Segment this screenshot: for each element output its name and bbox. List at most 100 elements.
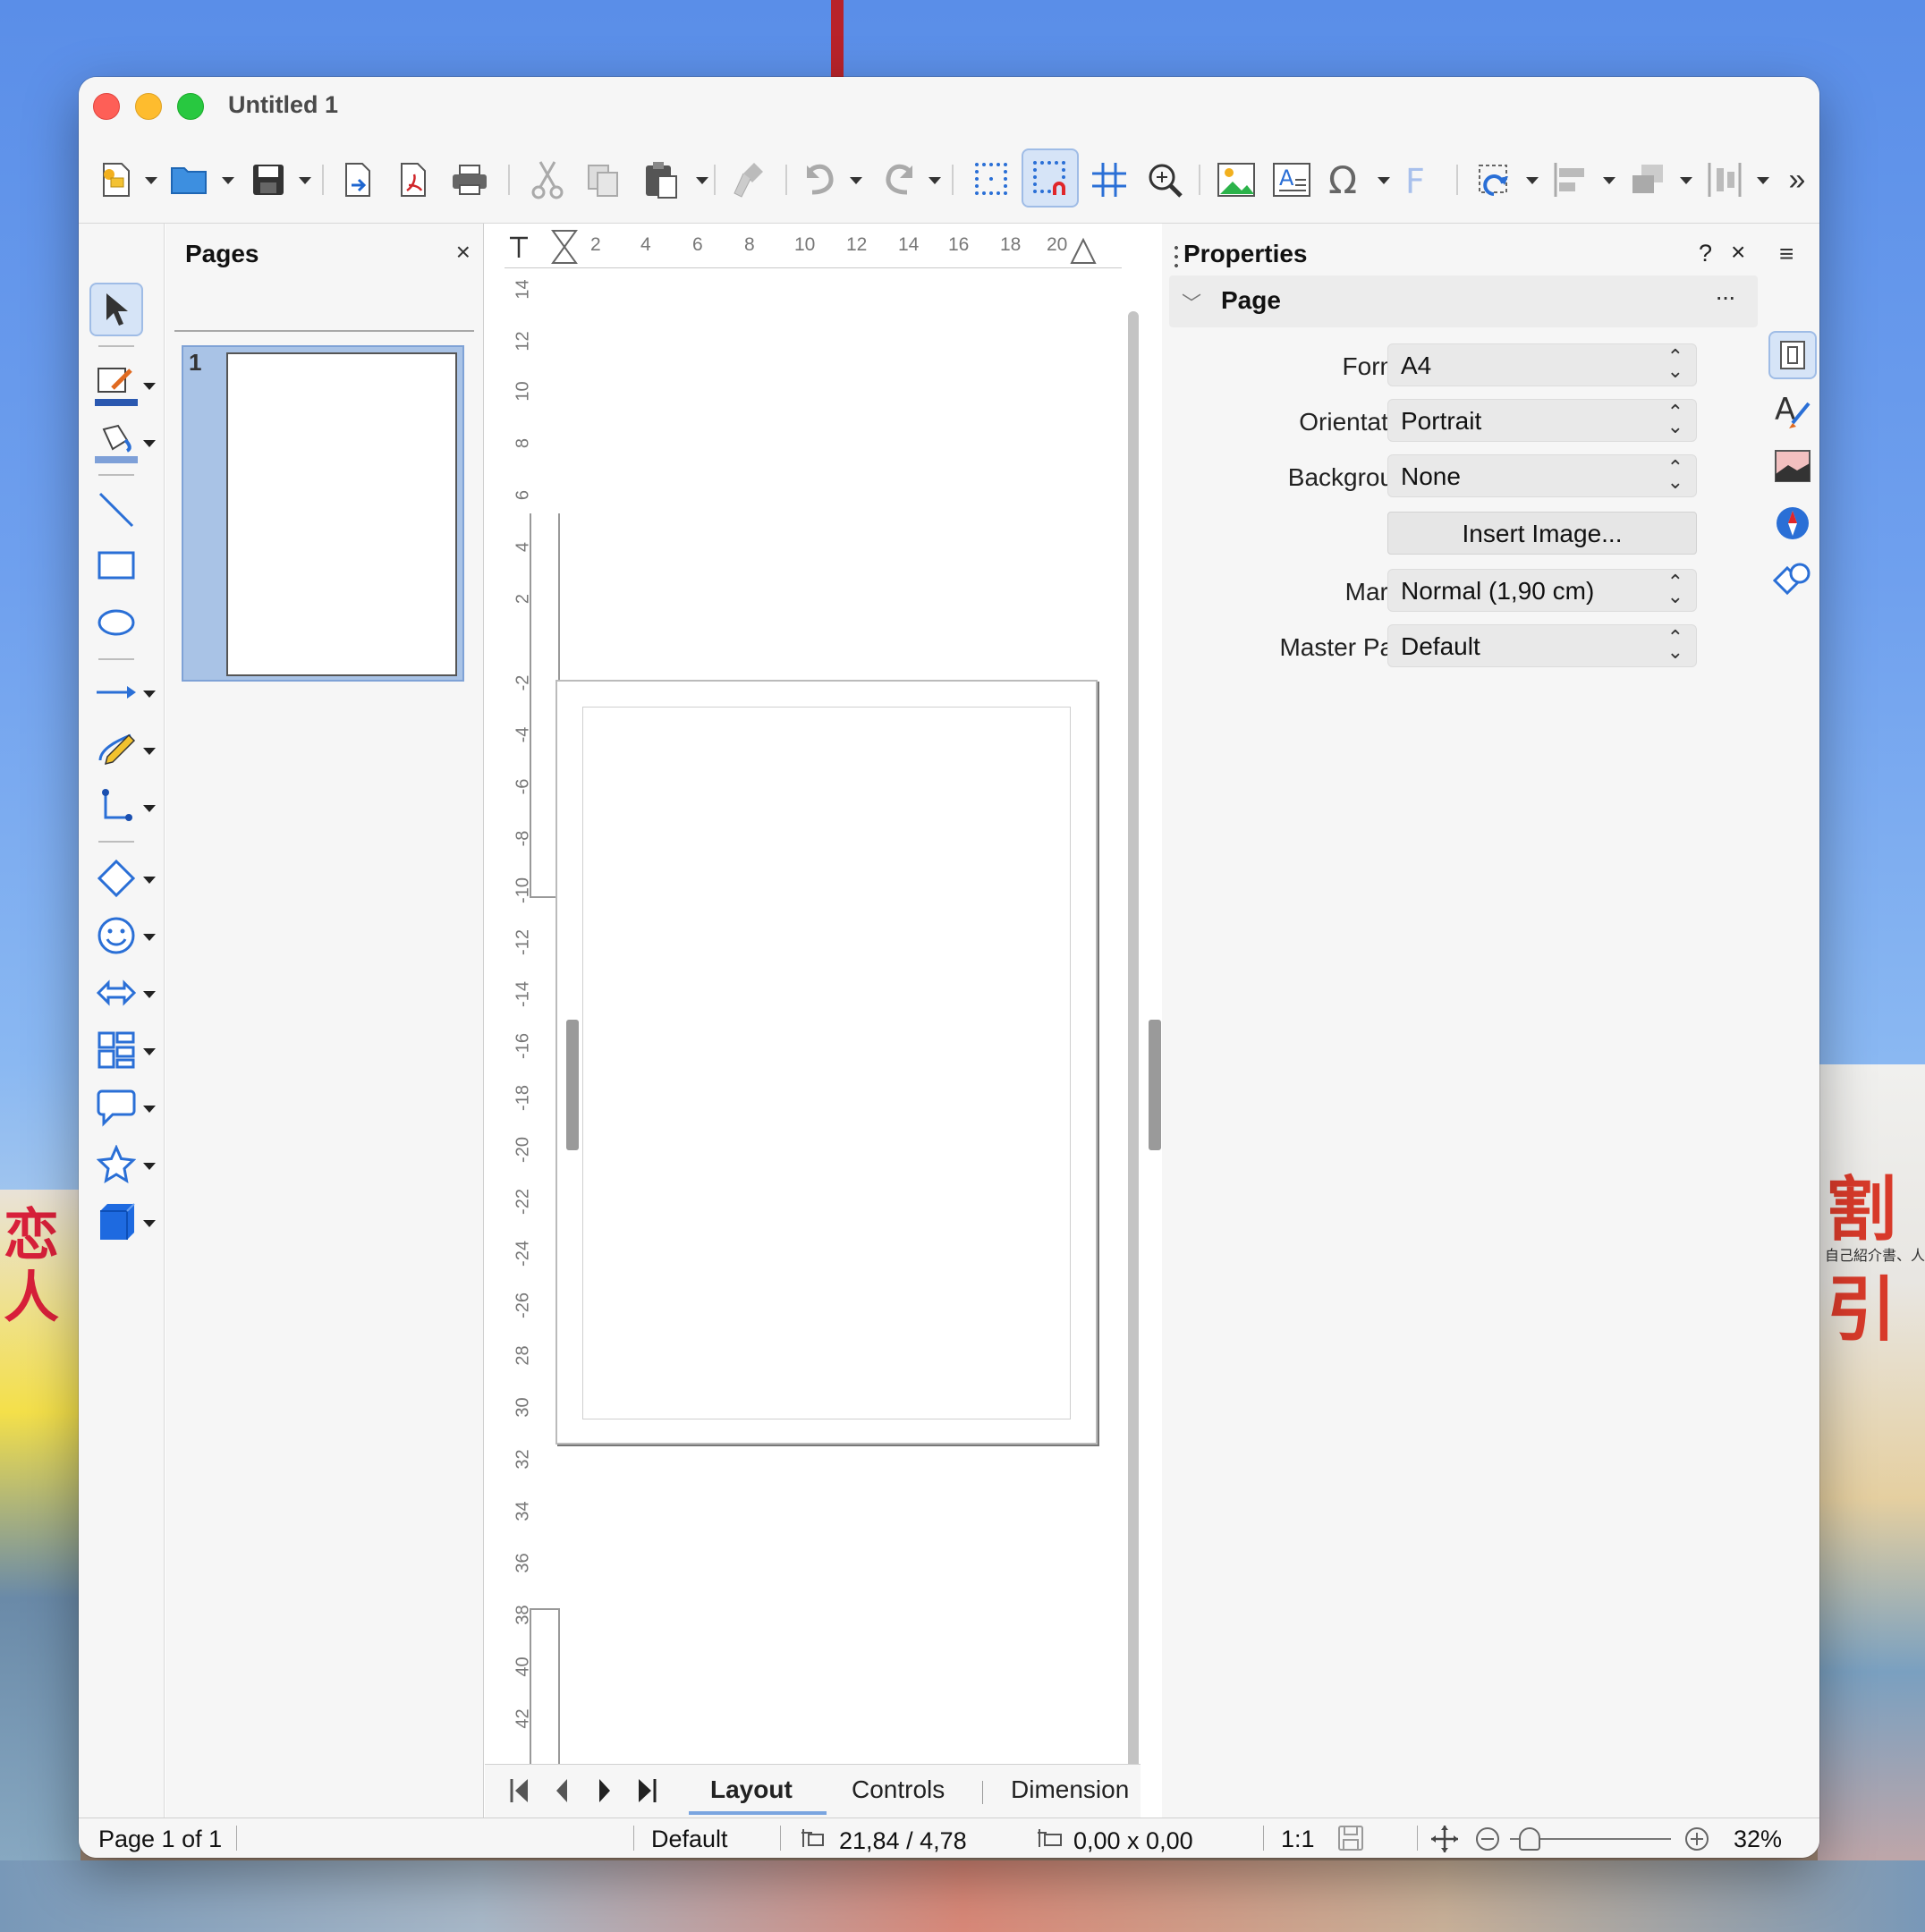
scale-indicator[interactable]: 1:1 bbox=[1281, 1826, 1315, 1853]
help-icon[interactable]: ? bbox=[1699, 240, 1712, 267]
fontwork-icon[interactable]: F bbox=[1399, 154, 1435, 206]
save-dropdown-arrow[interactable] bbox=[299, 177, 311, 184]
transformations-dropdown-arrow[interactable] bbox=[1526, 177, 1539, 184]
transformations-icon[interactable] bbox=[1472, 154, 1515, 206]
paste-icon[interactable] bbox=[640, 154, 682, 206]
redo-icon[interactable] bbox=[878, 154, 918, 206]
page-section-header[interactable]: ﹀ Page ··· bbox=[1169, 275, 1758, 327]
undo-dropdown-arrow[interactable] bbox=[850, 177, 862, 184]
zoom-pan-icon[interactable] bbox=[1143, 154, 1186, 206]
smiley-icon[interactable] bbox=[89, 909, 143, 962]
tab-controls[interactable]: Controls bbox=[852, 1775, 945, 1804]
basic-shapes-diamond-icon[interactable] bbox=[89, 852, 143, 905]
cut-icon[interactable] bbox=[528, 154, 567, 206]
first-tab-icon[interactable] bbox=[508, 1777, 530, 1804]
properties-deck-icon[interactable] bbox=[1768, 331, 1817, 379]
fill-color-icon[interactable] bbox=[89, 417, 143, 470]
snap-to-grid-icon[interactable] bbox=[1022, 148, 1079, 208]
distribute-icon[interactable] bbox=[1703, 154, 1746, 206]
line-color-dropdown-arrow[interactable] bbox=[143, 383, 156, 390]
styles-deck-icon[interactable]: A bbox=[1768, 386, 1817, 435]
previous-tab-icon[interactable] bbox=[553, 1777, 571, 1804]
helplines-icon[interactable] bbox=[1088, 154, 1131, 206]
save-icon[interactable] bbox=[249, 154, 288, 206]
basic-shapes-dropdown-arrow[interactable] bbox=[143, 877, 156, 884]
chevron-down-icon[interactable]: ﹀ bbox=[1182, 288, 1201, 317]
align-dropdown-arrow[interactable] bbox=[1603, 177, 1615, 184]
star-icon[interactable] bbox=[89, 1138, 143, 1191]
new-icon[interactable] bbox=[97, 154, 136, 206]
arrange-icon[interactable] bbox=[1626, 154, 1669, 206]
undo-icon[interactable] bbox=[801, 154, 841, 206]
copy-icon[interactable] bbox=[583, 154, 623, 206]
maximize-window-button[interactable] bbox=[177, 93, 204, 120]
redo-dropdown-arrow[interactable] bbox=[929, 177, 941, 184]
document-modified-icon[interactable] bbox=[1336, 1824, 1365, 1852]
rectangle-icon[interactable] bbox=[89, 538, 143, 592]
new-dropdown-arrow[interactable] bbox=[145, 177, 157, 184]
display-grid-icon[interactable] bbox=[970, 154, 1014, 206]
curve-dropdown-arrow[interactable] bbox=[143, 748, 156, 755]
zoom-pan-status-icon[interactable] bbox=[1429, 1824, 1460, 1854]
sidebar-collapse-handle[interactable] bbox=[1149, 1020, 1161, 1150]
special-character-dropdown-arrow[interactable] bbox=[1378, 177, 1390, 184]
sidebar-grip[interactable] bbox=[1175, 243, 1178, 272]
special-character-icon[interactable]: Ω bbox=[1324, 154, 1367, 206]
last-tab-icon[interactable] bbox=[637, 1777, 658, 1804]
more-options-button[interactable]: ··· bbox=[1715, 283, 1736, 311]
callout-icon[interactable] bbox=[89, 1080, 143, 1134]
tab-stop-icon[interactable] bbox=[508, 233, 531, 259]
arrow-line-dropdown-arrow[interactable] bbox=[143, 691, 156, 698]
tab-layout[interactable]: Layout bbox=[710, 1775, 793, 1804]
arrange-dropdown-arrow[interactable] bbox=[1680, 177, 1692, 184]
format-select[interactable]: A4 ⌃ ⌄ bbox=[1387, 343, 1697, 386]
export-icon[interactable] bbox=[338, 154, 377, 206]
star-dropdown-arrow[interactable] bbox=[143, 1163, 156, 1170]
zoom-percentage[interactable]: 32% bbox=[1734, 1826, 1782, 1853]
fill-color-dropdown-arrow[interactable] bbox=[143, 440, 156, 447]
pages-panel-collapse-handle[interactable] bbox=[566, 1020, 579, 1150]
orientation-select[interactable]: Portrait ⌃ ⌄ bbox=[1387, 399, 1697, 442]
line-icon[interactable] bbox=[89, 483, 143, 537]
master-page-select[interactable]: Default ⌃ ⌄ bbox=[1387, 624, 1697, 667]
paste-dropdown-arrow[interactable] bbox=[696, 177, 708, 184]
callout-dropdown-arrow[interactable] bbox=[143, 1106, 156, 1113]
vertical-scrollbar-thumb[interactable] bbox=[1128, 311, 1139, 1814]
symbol-shapes-dropdown-arrow[interactable] bbox=[143, 934, 156, 941]
insert-image-icon[interactable] bbox=[1215, 154, 1258, 206]
connector-dropdown-arrow[interactable] bbox=[143, 805, 156, 812]
close-icon[interactable]: × bbox=[1731, 238, 1745, 267]
sidebar-menu-icon[interactable]: ≡ bbox=[1779, 240, 1794, 268]
line-color-icon[interactable] bbox=[89, 360, 143, 413]
insert-image-button[interactable]: Insert Image... bbox=[1387, 512, 1697, 555]
zoom-slider-thumb[interactable] bbox=[1519, 1827, 1540, 1851]
indent-marker-icon[interactable] bbox=[549, 229, 580, 265]
connector-icon[interactable] bbox=[89, 780, 143, 834]
arrow-line-icon[interactable] bbox=[89, 665, 143, 719]
distribute-dropdown-arrow[interactable] bbox=[1757, 177, 1769, 184]
right-indent-marker-icon[interactable] bbox=[1070, 234, 1097, 265]
ellipse-icon[interactable] bbox=[89, 596, 143, 649]
block-arrows-icon[interactable] bbox=[89, 966, 143, 1020]
tab-dimension[interactable]: Dimension bbox=[1011, 1775, 1129, 1804]
insert-text-box-icon[interactable]: A bbox=[1270, 154, 1313, 206]
align-objects-icon[interactable] bbox=[1549, 154, 1592, 206]
flowchart-icon[interactable] bbox=[89, 1023, 143, 1077]
vertical-ruler[interactable]: 14 12 10 8 6 4 2 -2 -4 -6 -8 -10 -12 -14 -16 -18 -20 -22-… bbox=[505, 268, 560, 1858]
shapes-deck-icon[interactable] bbox=[1768, 555, 1817, 603]
toolbar-overflow-button[interactable]: » bbox=[1784, 154, 1811, 206]
drawing-canvas[interactable]: 2 4 6 8 10 12 14 16 18 20 14 12 10 8 6 4 2 -2 -4 -6 -8 -10 -1… bbox=[485, 224, 1141, 1858]
next-tab-icon[interactable] bbox=[596, 1777, 614, 1804]
open-dropdown-arrow[interactable] bbox=[222, 177, 234, 184]
gallery-deck-icon[interactable] bbox=[1768, 442, 1817, 490]
horizontal-ruler[interactable]: 2 4 6 8 10 12 14 16 18 20 bbox=[505, 224, 1122, 268]
print-icon[interactable] bbox=[449, 154, 490, 206]
zoom-out-icon[interactable] bbox=[1474, 1826, 1501, 1852]
export-pdf-icon[interactable] bbox=[394, 154, 433, 206]
block-arrows-dropdown-arrow[interactable] bbox=[143, 991, 156, 998]
margin-select[interactable]: Normal (1,90 cm) ⌃ ⌄ bbox=[1387, 569, 1697, 612]
close-window-button[interactable] bbox=[93, 93, 120, 120]
curve-icon[interactable] bbox=[89, 723, 143, 776]
flowchart-dropdown-arrow[interactable] bbox=[143, 1048, 156, 1055]
3d-cube-icon[interactable] bbox=[89, 1195, 143, 1249]
